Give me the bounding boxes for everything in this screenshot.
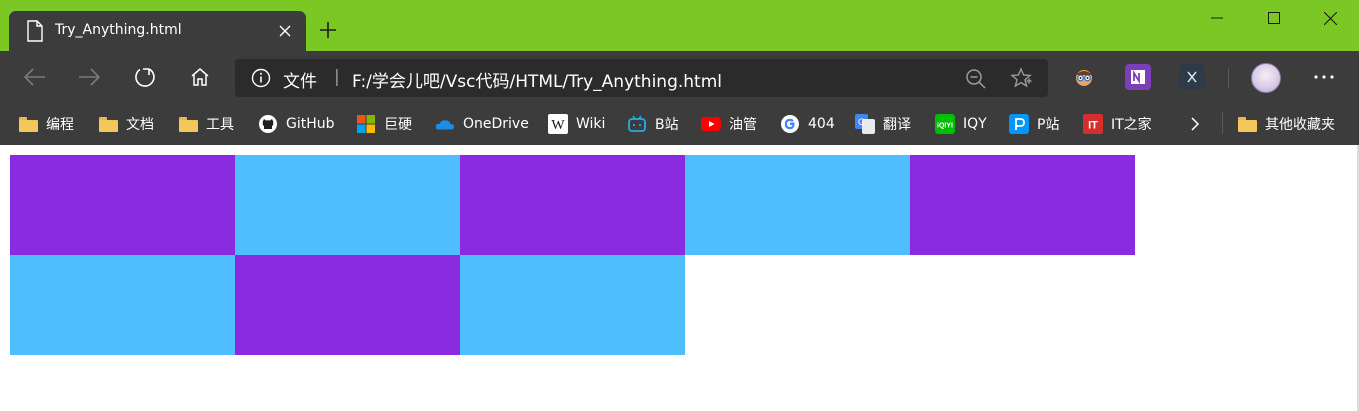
bookmark-label: IT之家 bbox=[1111, 117, 1152, 133]
color-block-blue bbox=[460, 255, 685, 355]
folder-icon bbox=[178, 114, 198, 134]
toolbar-divider bbox=[1228, 68, 1229, 88]
color-block-blue bbox=[685, 155, 910, 255]
maximize-button[interactable] bbox=[1245, 0, 1302, 36]
bookmark-github[interactable]: GitHub bbox=[258, 112, 335, 136]
google-icon bbox=[780, 114, 800, 134]
color-block-grid bbox=[10, 155, 1135, 355]
youtube-icon bbox=[701, 114, 721, 134]
bookmark-404[interactable]: 404 bbox=[780, 112, 835, 136]
bookmark-label: GitHub bbox=[286, 116, 335, 132]
pixiv-icon bbox=[1009, 114, 1029, 134]
more-menu-icon[interactable] bbox=[1308, 65, 1340, 89]
bookmark-label: 其他收藏夹 bbox=[1265, 117, 1335, 133]
folder-icon bbox=[98, 114, 118, 134]
ithome-icon: IT bbox=[1083, 114, 1103, 134]
bookmark-label: P站 bbox=[1037, 117, 1060, 133]
favorite-star-icon[interactable] bbox=[1010, 67, 1032, 89]
svg-text:iQIYI: iQIYI bbox=[937, 123, 953, 130]
bookmark-folder-gongju[interactable]: 工具 bbox=[178, 112, 234, 136]
bookmark-label: 巨硬 bbox=[384, 117, 412, 133]
bookmark-ithome[interactable]: IT IT之家 bbox=[1083, 112, 1152, 136]
bookmarks-bar: 编程 文档 工具 GitHub 巨硬 OneDrive W Wiki B站 油管… bbox=[0, 103, 1359, 145]
new-tab-button[interactable] bbox=[316, 18, 340, 42]
color-block-blue bbox=[10, 255, 235, 355]
bookmark-pixiv[interactable]: P站 bbox=[1009, 112, 1059, 136]
bookmark-label: 文档 bbox=[126, 117, 154, 133]
document-icon bbox=[27, 20, 43, 42]
bookmark-label: 编程 bbox=[46, 117, 74, 133]
color-block-purple bbox=[460, 155, 685, 255]
extension-x-icon[interactable] bbox=[1179, 64, 1205, 90]
bookmark-folder-other[interactable]: 其他收藏夹 bbox=[1237, 112, 1335, 136]
info-icon[interactable] bbox=[251, 68, 271, 88]
home-button[interactable] bbox=[184, 61, 216, 93]
bookmarks-divider bbox=[1222, 112, 1223, 134]
minimize-button[interactable] bbox=[1188, 0, 1245, 36]
bookmark-label: 翻译 bbox=[883, 117, 911, 133]
bookmark-iqy[interactable]: iQIYI IQY bbox=[935, 112, 987, 136]
color-block-purple bbox=[910, 155, 1135, 255]
github-icon bbox=[258, 114, 278, 134]
bookmark-folder-wendang[interactable]: 文档 bbox=[98, 112, 154, 136]
iqiyi-icon: iQIYI bbox=[935, 114, 955, 134]
microsoft-icon bbox=[356, 114, 376, 134]
bookmark-label: Wiki bbox=[576, 116, 606, 132]
bookmark-bilibili[interactable]: B站 bbox=[627, 112, 679, 136]
color-block-blue bbox=[235, 155, 460, 255]
tab-title: Try_Anything.html bbox=[55, 22, 182, 38]
svg-text:W: W bbox=[551, 118, 565, 133]
refresh-button[interactable] bbox=[129, 61, 161, 93]
wikipedia-icon: W bbox=[548, 114, 568, 134]
svg-text:G: G bbox=[858, 117, 865, 127]
bookmarks-overflow-chevron-icon[interactable] bbox=[1190, 112, 1200, 136]
back-button[interactable] bbox=[19, 61, 51, 93]
bookmark-label: OneDrive bbox=[463, 116, 529, 132]
onedrive-icon bbox=[435, 114, 455, 134]
close-tab-icon[interactable] bbox=[274, 20, 296, 42]
folder-icon bbox=[18, 114, 38, 134]
svg-text:IT: IT bbox=[1088, 120, 1098, 132]
onenote-icon[interactable] bbox=[1125, 64, 1151, 90]
folder-icon bbox=[1237, 114, 1257, 134]
zoom-out-icon[interactable] bbox=[965, 68, 987, 90]
bilibili-icon bbox=[627, 114, 647, 134]
bookmark-translate[interactable]: G 翻译 bbox=[855, 112, 911, 136]
bookmark-label: 工具 bbox=[206, 117, 234, 133]
address-bar[interactable]: 文件 | F:/学会儿吧/Vsc代码/HTML/Try_Anything.htm… bbox=[235, 59, 1048, 97]
bookmark-label: IQY bbox=[963, 116, 987, 132]
profile-avatar[interactable] bbox=[1251, 63, 1281, 93]
bookmark-label: 404 bbox=[808, 116, 835, 132]
bookmark-microsoft[interactable]: 巨硬 bbox=[356, 112, 412, 136]
bookmark-youtube[interactable]: 油管 bbox=[701, 112, 757, 136]
site-info-label[interactable]: 文件 bbox=[283, 67, 317, 92]
extension-face-icon[interactable] bbox=[1071, 64, 1097, 90]
address-separator: | bbox=[334, 67, 340, 87]
translate-icon: G bbox=[855, 114, 875, 134]
color-block-purple bbox=[10, 155, 235, 255]
forward-button[interactable] bbox=[73, 61, 105, 93]
bookmark-label: 油管 bbox=[729, 117, 757, 133]
bookmark-folder-biancheng[interactable]: 编程 bbox=[18, 112, 74, 136]
color-block-purple bbox=[235, 255, 460, 355]
url-text[interactable]: F:/学会儿吧/Vsc代码/HTML/Try_Anything.html bbox=[352, 67, 722, 92]
bookmark-wiki[interactable]: W Wiki bbox=[548, 112, 605, 136]
title-bar: Try_Anything.html bbox=[0, 0, 1359, 51]
browser-toolbar: 文件 | F:/学会儿吧/Vsc代码/HTML/Try_Anything.htm… bbox=[0, 51, 1359, 103]
tab-active[interactable]: Try_Anything.html bbox=[9, 11, 306, 51]
bookmark-label: B站 bbox=[655, 117, 679, 133]
bookmark-onedrive[interactable]: OneDrive bbox=[435, 112, 529, 136]
close-window-button[interactable] bbox=[1302, 0, 1359, 36]
page-content bbox=[0, 145, 1359, 411]
